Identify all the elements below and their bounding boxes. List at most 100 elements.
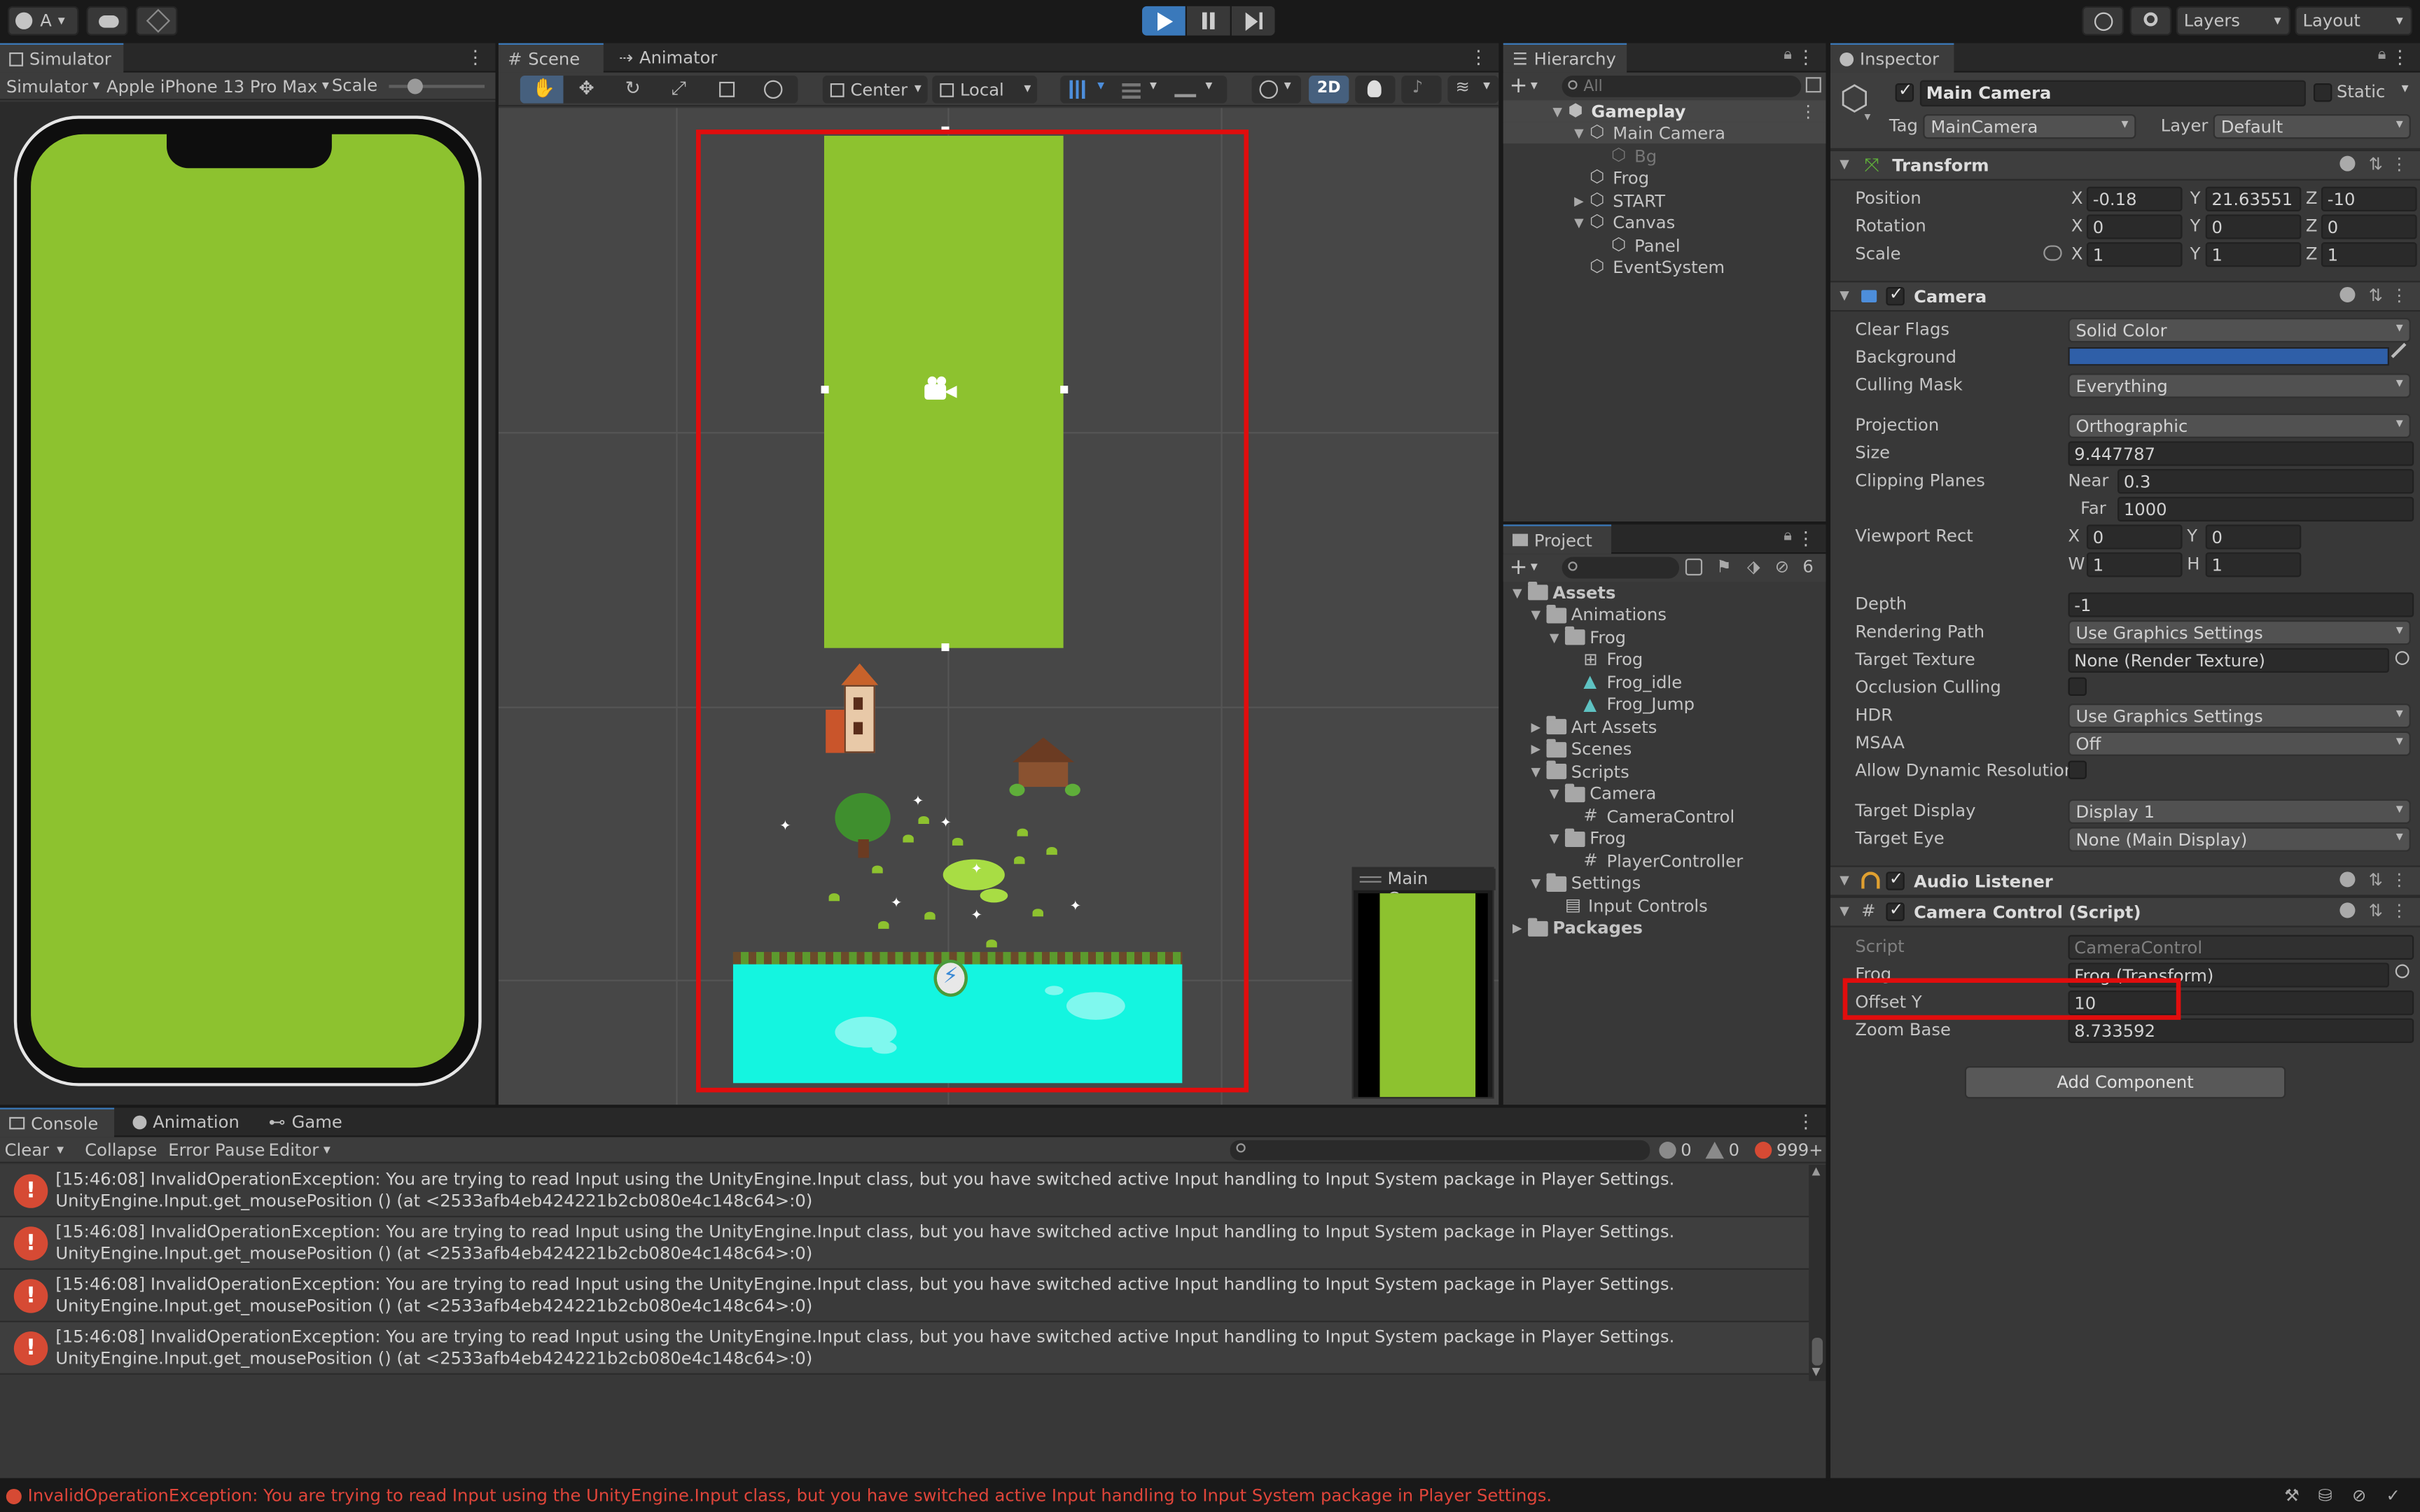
expand-arrow-icon[interactable]: ▼: [1840, 874, 1849, 888]
hand-tool-button[interactable]: ✋: [520, 76, 564, 104]
size-field[interactable]: 9.447787: [2068, 441, 2414, 466]
draw-mode-button[interactable]: ▾: [1251, 76, 1302, 104]
target-texture-field[interactable]: None (Render Texture): [2068, 648, 2389, 673]
scene-viewport[interactable]: ✦ ✦ ✦ ✦ ✦ ✦ ✦ ⚡ Main: [498, 108, 1499, 1105]
scroll-up-icon[interactable]: ▲: [1812, 1165, 1821, 1177]
project-item[interactable]: ▶ Packages: [1503, 917, 1826, 939]
hierarchy-item-gameplay[interactable]: ▼ ⬢ Gameplay ⋮: [1503, 100, 1826, 122]
lock-icon[interactable]: 🔒︎: [2378, 46, 2386, 63]
layers-dropdown[interactable]: Layers ▾: [2176, 6, 2290, 36]
expand-arrow-icon[interactable]: ▼: [1550, 787, 1565, 801]
expand-arrow-icon[interactable]: ▼: [1574, 215, 1590, 229]
search-by-type-icon[interactable]: [1685, 558, 1703, 576]
scroll-thumb[interactable]: [1811, 1337, 1823, 1366]
transform-header[interactable]: ▼ ⤧ Transform ⇅ ⋮: [1830, 149, 2420, 181]
panel-menu-icon[interactable]: ⋮: [2391, 46, 2409, 68]
lock-icon[interactable]: 🔒︎: [1783, 46, 1792, 63]
rotate-tool-button[interactable]: ↻: [613, 76, 656, 104]
tab-scene[interactable]: # Scene: [498, 43, 604, 73]
camera-enabled-checkbox[interactable]: [1886, 284, 1905, 306]
transform-tool-button[interactable]: [751, 76, 795, 104]
simulator-mode-dropdown[interactable]: Simulator ▾: [6, 74, 100, 99]
project-item[interactable]: ▶ Art Assets: [1503, 715, 1826, 738]
create-button[interactable]: + ▾: [1510, 74, 1538, 99]
project-item[interactable]: ▼ Animations: [1503, 603, 1826, 626]
grid-snap-group[interactable]: ▾ ▾ ▾: [1060, 76, 1228, 104]
dynamic-resolution-checkbox[interactable]: [2068, 760, 2087, 780]
move-tool-button[interactable]: ✥: [566, 76, 610, 104]
tab-game[interactable]: ⊷ Game: [259, 1108, 361, 1138]
console-entry[interactable]: ! [15:46:08] InvalidOperationException: …: [0, 1165, 1811, 1218]
component-menu-icon[interactable]: ⋮: [2391, 901, 2407, 921]
zoom-base-field[interactable]: 8.733592: [2068, 1018, 2414, 1043]
eyedropper-icon[interactable]: [2391, 342, 2415, 368]
expand-arrow-icon[interactable]: ▼: [1550, 630, 1565, 644]
audio-button[interactable]: ♪: [1401, 76, 1442, 104]
hierarchy-search[interactable]: All: [1562, 76, 1802, 97]
tab-animator[interactable]: ⇢ Animator: [610, 43, 733, 73]
target-display-dropdown[interactable]: Display 1: [2068, 799, 2411, 824]
help-icon[interactable]: [2339, 872, 2356, 888]
projection-dropdown[interactable]: Orthographic: [2068, 413, 2411, 438]
scale-slider-track[interactable]: [389, 85, 485, 88]
rect-tool-button[interactable]: [705, 76, 749, 104]
occlusion-culling-checkbox[interactable]: [2068, 677, 2087, 696]
hdr-dropdown[interactable]: Use Graphics Settings: [2068, 704, 2411, 729]
console-search[interactable]: [1230, 1140, 1650, 1161]
constrain-proportions-icon[interactable]: [2043, 245, 2062, 261]
step-button[interactable]: [1231, 6, 1275, 36]
status-message[interactable]: InvalidOperationException: You are tryin…: [28, 1486, 1552, 1506]
error-pause-button[interactable]: Error Pause: [168, 1137, 265, 1163]
panel-menu-icon[interactable]: ⋮: [466, 46, 485, 68]
debug-mode-icon[interactable]: ⊘: [2352, 1486, 2366, 1506]
tab-console[interactable]: Console: [0, 1107, 115, 1138]
settings-check-icon[interactable]: ✓: [2386, 1486, 2400, 1506]
expand-arrow-icon[interactable]: ▼: [1531, 876, 1546, 890]
component-menu-icon[interactable]: ⋮: [2391, 286, 2407, 306]
collapse-arrow-icon[interactable]: ▶: [1574, 194, 1590, 208]
tab-animation[interactable]: Animation: [123, 1108, 256, 1138]
project-item[interactable]: ▼ Settings: [1503, 872, 1826, 894]
help-icon[interactable]: [2339, 286, 2356, 303]
panel-menu-icon[interactable]: ⋮: [1469, 46, 1487, 68]
expand-arrow-icon[interactable]: ▼: [1840, 904, 1849, 918]
chevron-down-icon[interactable]: ▾: [2402, 82, 2409, 97]
viewport-w-field[interactable]: 1: [2086, 552, 2183, 578]
lock-icon[interactable]: 🔒︎: [1783, 528, 1792, 545]
panel-menu-icon[interactable]: ⋮: [1797, 1111, 1815, 1133]
hierarchy-item-panel[interactable]: ⬡ Panel: [1503, 234, 1826, 256]
layer-dropdown[interactable]: Default: [2213, 114, 2411, 139]
collapse-arrow-icon[interactable]: ▶: [1531, 742, 1546, 756]
rotation-z-field[interactable]: 0: [2321, 214, 2417, 239]
rotation-y-field[interactable]: 0: [2205, 214, 2302, 239]
tab-inspector[interactable]: Inspector: [1830, 43, 1954, 73]
expand-arrow-icon[interactable]: ▼: [1512, 585, 1528, 599]
expand-arrow-icon[interactable]: ▼: [1550, 832, 1565, 846]
component-menu-icon[interactable]: ⋮: [2391, 154, 2407, 174]
tab-project[interactable]: Project: [1503, 524, 1612, 554]
project-item[interactable]: ▶ Scenes: [1503, 738, 1826, 760]
project-item[interactable]: ▲ Frog_idle: [1503, 671, 1826, 693]
help-icon[interactable]: [2339, 155, 2356, 172]
create-asset-button[interactable]: + ▾: [1510, 555, 1538, 580]
scale-x-field[interactable]: 1: [2086, 242, 2183, 267]
background-color-swatch[interactable]: [2068, 346, 2389, 366]
scale-z-field[interactable]: 1: [2321, 242, 2417, 267]
tab-hierarchy[interactable]: ☰ Hierarchy: [1503, 43, 1627, 73]
project-item[interactable]: ▼ Frog: [1503, 626, 1826, 648]
expand-arrow-icon[interactable]: ▼: [1574, 126, 1590, 140]
position-z-field[interactable]: -10: [2321, 186, 2417, 211]
toggle-2d-button[interactable]: 2D: [1309, 76, 1349, 104]
project-item[interactable]: ▲ Frog_Jump: [1503, 694, 1826, 715]
hierarchy-item-canvas[interactable]: ▼ ⬡ Canvas: [1503, 211, 1826, 233]
component-menu-icon[interactable]: ⋮: [2391, 870, 2407, 890]
clear-flags-dropdown[interactable]: Solid Color: [2068, 318, 2411, 343]
object-name-field[interactable]: Main Camera: [1919, 80, 2306, 107]
near-field[interactable]: 0.3: [2118, 469, 2414, 494]
project-item[interactable]: ▼ Camera: [1503, 783, 1826, 805]
scroll-down-icon[interactable]: ▼: [1812, 1366, 1821, 1378]
expand-arrow-icon[interactable]: ▼: [1840, 288, 1849, 302]
project-item[interactable]: # CameraControl: [1503, 806, 1826, 827]
viewport-y-field[interactable]: 0: [2205, 524, 2302, 550]
log-count-toggle[interactable]: 0: [1659, 1139, 1692, 1162]
